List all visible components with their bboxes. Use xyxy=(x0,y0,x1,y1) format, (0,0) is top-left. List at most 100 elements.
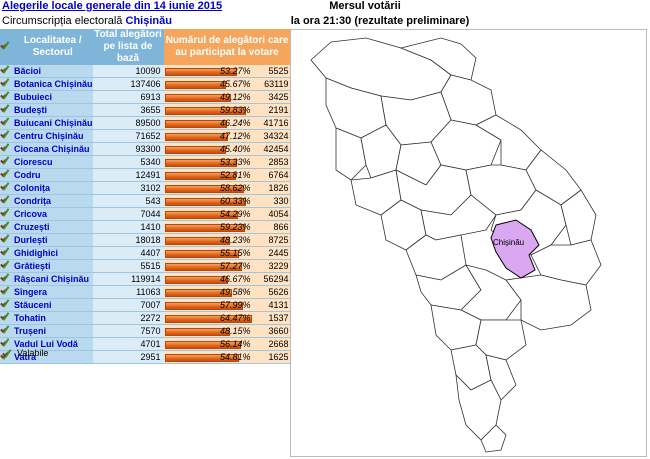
circumscription-label: Circumscripția electorală xyxy=(2,15,123,27)
map-label-chisinau: Chișinău xyxy=(493,238,524,247)
turnout-bar-cell: 49.58% xyxy=(163,285,254,299)
total-voters-cell: 10090 xyxy=(92,65,164,78)
total-voters-cell: 12491 xyxy=(92,168,164,182)
voted-count-cell: 2853 xyxy=(253,155,291,169)
locality-link[interactable]: Băcioi xyxy=(14,66,41,76)
turnout-percent: 53.33% xyxy=(219,156,251,167)
locality-link[interactable]: Grătiești xyxy=(14,261,51,271)
row-check-cell xyxy=(0,181,13,195)
turnout-bar-cell: 53.33% xyxy=(163,155,254,169)
turnout-bar-cell: 59.23% xyxy=(163,220,254,234)
voted-count-cell: 3425 xyxy=(253,90,291,104)
locality-link[interactable]: Cricova xyxy=(14,209,47,219)
turnout-percent: 52.81% xyxy=(219,169,251,180)
row-check-cell xyxy=(0,116,13,130)
locality-link[interactable]: Râșcani Chișinău xyxy=(14,274,89,284)
turnout-bar-cell: 56.14% xyxy=(163,337,254,351)
check-icon xyxy=(2,260,11,269)
total-voters-cell: 5340 xyxy=(92,155,164,169)
locality-link[interactable]: Trușeni xyxy=(14,326,46,336)
locality-link[interactable]: Ciorescu xyxy=(14,157,53,167)
table-row: Budești 3655 59.83% 2191 xyxy=(0,103,291,117)
locality-link[interactable]: Codru xyxy=(14,170,41,180)
check-icon xyxy=(2,65,11,74)
total-voters-cell: 3655 xyxy=(92,103,164,117)
turnout-percent: 45.67% xyxy=(219,78,251,89)
table-row: Râșcani Chișinău 119914 46.67% 56294 xyxy=(0,272,291,286)
total-voters-cell: 2951 xyxy=(92,350,164,364)
turnout-bar-cell: 54.81% xyxy=(163,350,254,364)
locality-link[interactable]: Ciocana Chișinău xyxy=(14,144,90,154)
column-header-locality: Localitatea / Sectorul xyxy=(13,29,93,65)
locality-link[interactable]: Botanica Chișinău xyxy=(14,79,93,89)
check-icon xyxy=(2,104,11,113)
check-icon xyxy=(2,91,11,100)
turnout-bar-cell: 52.81% xyxy=(163,168,254,182)
voted-count-cell: 4054 xyxy=(253,207,291,221)
turnout-bar-cell: 48.23% xyxy=(163,233,254,247)
row-check-cell xyxy=(0,324,13,338)
locality-link[interactable]: Buiucani Chișinău xyxy=(14,118,93,128)
row-check-cell xyxy=(0,246,13,260)
row-check-cell xyxy=(0,90,13,104)
turnout-percent: 57.27% xyxy=(219,260,251,271)
total-voters-cell: 7570 xyxy=(92,324,164,338)
turnout-bar-cell: 53.27% xyxy=(163,65,254,78)
turnout-bar-cell: 54.29% xyxy=(163,207,254,221)
check-icon xyxy=(2,273,11,282)
table-row: Botanica Chișinău 137406 45.67% 63119 xyxy=(0,77,291,91)
turnout-percent: 53.27% xyxy=(219,65,251,76)
voted-count-cell: 2668 xyxy=(253,337,291,351)
locality-link[interactable]: Tohatin xyxy=(14,313,46,323)
locality-link[interactable]: Colonița xyxy=(14,183,50,193)
turnout-percent: 59.83% xyxy=(219,104,251,115)
turnout-bar-cell: 45.40% xyxy=(163,142,254,156)
locality-link[interactable]: Cruzești xyxy=(14,222,50,232)
turnout-bar-cell: 45.67% xyxy=(163,77,254,91)
row-check-cell xyxy=(0,207,13,221)
row-check-cell xyxy=(0,298,13,312)
voted-count-cell: 2191 xyxy=(253,103,291,117)
locality-link[interactable]: Ghidighici xyxy=(14,248,58,258)
column-header-total: Total alegători pe lista de bază xyxy=(92,29,164,65)
header-check-cell xyxy=(0,29,13,65)
voted-count-cell: 8725 xyxy=(253,233,291,247)
locality-link[interactable]: Centru Chișinău xyxy=(14,131,84,141)
row-check-cell xyxy=(0,142,13,156)
page-title-link[interactable]: Alegerile locale generale din 14 iunie 2… xyxy=(2,0,222,12)
row-check-cell xyxy=(0,103,13,117)
voted-count-cell: 1625 xyxy=(253,350,291,364)
table-row: Colonița 3102 58.62% 1826 xyxy=(0,181,291,195)
time-label: la ora 21:30 (rezultate preliminare) xyxy=(290,15,470,27)
total-voters-cell: 4407 xyxy=(92,246,164,260)
check-icon xyxy=(2,325,11,334)
locality-link[interactable]: Sîngera xyxy=(14,287,47,297)
row-check-cell xyxy=(0,65,13,78)
map-panel: Chișinău xyxy=(290,29,647,457)
total-voters-cell: 71652 xyxy=(92,129,164,143)
voted-count-cell: 34324 xyxy=(253,129,291,143)
turnout-percent: 46.67% xyxy=(219,273,251,284)
total-voters-cell: 137406 xyxy=(92,77,164,91)
locality-link[interactable]: Bubuieci xyxy=(14,92,52,102)
check-icon xyxy=(4,349,13,358)
circumscription-heading: Circumscripția electorală Chișinău xyxy=(2,15,172,27)
table-row: Centru Chișinău 71652 47.12% 34324 xyxy=(0,129,291,143)
row-check-cell xyxy=(0,311,13,325)
circumscription-name: Chișinău xyxy=(125,15,172,27)
total-voters-cell: 1410 xyxy=(92,220,164,234)
voted-count-cell: 3229 xyxy=(253,259,291,273)
locality-link[interactable]: Condrița xyxy=(14,196,51,206)
check-icon xyxy=(2,169,11,178)
turnout-percent: 55.15% xyxy=(219,247,251,258)
table-row: Cricova 7044 54.29% 4054 xyxy=(0,207,291,221)
moldova-map: Chișinău xyxy=(310,37,602,453)
turnout-percent: 60.33% xyxy=(219,195,251,206)
locality-link[interactable]: Durlești xyxy=(14,235,48,245)
turnout-bar-cell: 57.99% xyxy=(163,298,254,312)
locality-link[interactable]: Stăuceni xyxy=(14,300,52,310)
check-icon xyxy=(2,41,11,50)
voted-count-cell: 1826 xyxy=(253,181,291,195)
locality-link[interactable]: Budești xyxy=(14,105,47,115)
total-voters-cell: 11063 xyxy=(92,285,164,299)
